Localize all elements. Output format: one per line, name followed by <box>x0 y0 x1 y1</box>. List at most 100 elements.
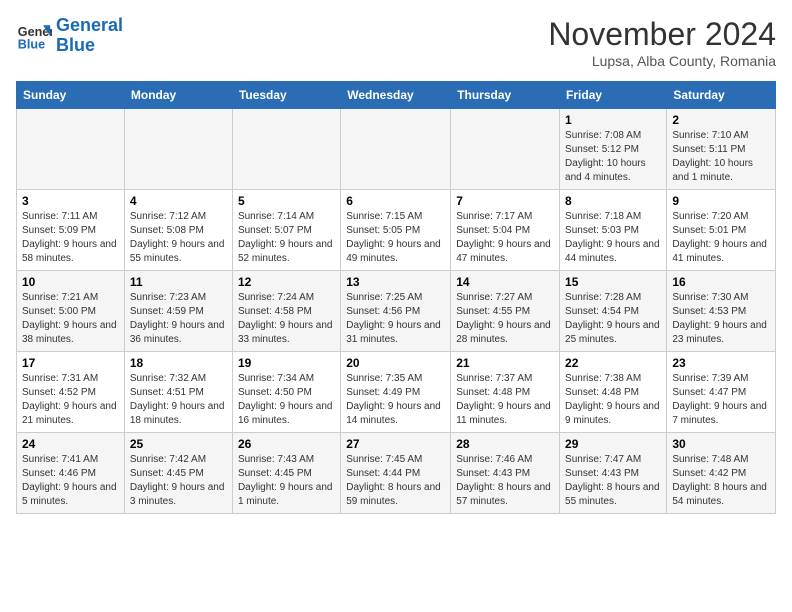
day-number: 7 <box>456 194 554 208</box>
day-info: Sunrise: 7:47 AM Sunset: 4:43 PM Dayligh… <box>565 453 661 509</box>
day-number: 30 <box>672 437 770 451</box>
day-info: Sunrise: 7:43 AM Sunset: 4:45 PM Dayligh… <box>238 453 335 509</box>
day-number: 20 <box>346 356 445 370</box>
day-cell: 30 Sunrise: 7:48 AM Sunset: 4:42 PM Dayli… <box>667 433 776 514</box>
day-number: 29 <box>565 437 661 451</box>
day-cell: 25Sunrise: 7:42 AM Sunset: 4:45 PM Dayli… <box>124 433 232 514</box>
day-cell: 26 Sunrise: 7:43 AM Sunset: 4:45 PM Dayli… <box>232 433 340 514</box>
day-number: 5 <box>238 194 335 208</box>
day-info: Sunrise: 7:23 AM Sunset: 4:59 PM Dayligh… <box>130 291 227 347</box>
day-number: 1 <box>565 113 661 127</box>
day-number: 18 <box>130 356 227 370</box>
day-number: 10 <box>22 275 119 289</box>
day-cell: 16 Sunrise: 7:30 AM Sunset: 4:53 PM Dayli… <box>667 271 776 352</box>
day-cell: 15 Sunrise: 7:28 AM Sunset: 4:54 PM Dayli… <box>560 271 667 352</box>
day-cell: 19 Sunrise: 7:34 AM Sunset: 4:50 PM Dayli… <box>232 352 340 433</box>
day-info: Sunrise: 7:18 AM Sunset: 5:03 PM Dayligh… <box>565 210 661 266</box>
day-cell: 1 Sunrise: 7:08 AM Sunset: 5:12 PM Daylig… <box>560 109 667 190</box>
day-number: 12 <box>238 275 335 289</box>
day-number: 4 <box>130 194 227 208</box>
day-info: Sunrise: 7:34 AM Sunset: 4:50 PM Dayligh… <box>238 372 335 428</box>
day-number: 8 <box>565 194 661 208</box>
day-cell: 11 Sunrise: 7:23 AM Sunset: 4:59 PM Dayli… <box>124 271 232 352</box>
day-info: Sunrise: 7:24 AM Sunset: 4:58 PM Dayligh… <box>238 291 335 347</box>
day-cell <box>232 109 340 190</box>
day-number: 22 <box>565 356 661 370</box>
day-info: Sunrise: 7:17 AM Sunset: 5:04 PM Dayligh… <box>456 210 554 266</box>
day-info: Sunrise: 7:14 AM Sunset: 5:07 PM Dayligh… <box>238 210 335 266</box>
day-cell: 21 Sunrise: 7:37 AM Sunset: 4:48 PM Dayli… <box>451 352 560 433</box>
day-header-monday: Monday <box>124 82 232 109</box>
day-cell: 3Sunrise: 7:11 AM Sunset: 5:09 PM Daylig… <box>17 190 125 271</box>
day-cell: 7 Sunrise: 7:17 AM Sunset: 5:04 PM Daylig… <box>451 190 560 271</box>
day-info: Sunrise: 7:46 AM Sunset: 4:43 PM Dayligh… <box>456 453 554 509</box>
day-info: Sunrise: 7:37 AM Sunset: 4:48 PM Dayligh… <box>456 372 554 428</box>
location: Lupsa, Alba County, Romania <box>548 53 776 69</box>
day-number: 6 <box>346 194 445 208</box>
day-cell: 18Sunrise: 7:32 AM Sunset: 4:51 PM Dayli… <box>124 352 232 433</box>
day-cell: 2 Sunrise: 7:10 AM Sunset: 5:11 PM Daylig… <box>667 109 776 190</box>
day-number: 28 <box>456 437 554 451</box>
day-cell: 6 Sunrise: 7:15 AM Sunset: 5:05 PM Daylig… <box>341 190 451 271</box>
day-cell: 13 Sunrise: 7:25 AM Sunset: 4:56 PM Dayli… <box>341 271 451 352</box>
day-header-thursday: Thursday <box>451 82 560 109</box>
calendar-table: SundayMondayTuesdayWednesdayThursdayFrid… <box>16 81 776 514</box>
day-cell <box>124 109 232 190</box>
day-info: Sunrise: 7:08 AM Sunset: 5:12 PM Dayligh… <box>565 129 661 185</box>
day-info: Sunrise: 7:28 AM Sunset: 4:54 PM Dayligh… <box>565 291 661 347</box>
day-number: 27 <box>346 437 445 451</box>
day-header-friday: Friday <box>560 82 667 109</box>
day-info: Sunrise: 7:10 AM Sunset: 5:11 PM Dayligh… <box>672 129 770 185</box>
day-cell: 10 Sunrise: 7:21 AM Sunset: 5:00 PM Dayli… <box>17 271 125 352</box>
day-number: 9 <box>672 194 770 208</box>
svg-text:Blue: Blue <box>18 37 45 51</box>
day-number: 15 <box>565 275 661 289</box>
day-info: Sunrise: 7:41 AM Sunset: 4:46 PM Dayligh… <box>22 453 119 509</box>
day-number: 24 <box>22 437 119 451</box>
day-cell: 5 Sunrise: 7:14 AM Sunset: 5:07 PM Daylig… <box>232 190 340 271</box>
day-number: 26 <box>238 437 335 451</box>
day-cell: 8 Sunrise: 7:18 AM Sunset: 5:03 PM Daylig… <box>560 190 667 271</box>
day-cell: 20Sunrise: 7:35 AM Sunset: 4:49 PM Dayli… <box>341 352 451 433</box>
day-number: 14 <box>456 275 554 289</box>
day-cell: 27 Sunrise: 7:45 AM Sunset: 4:44 PM Dayli… <box>341 433 451 514</box>
day-number: 11 <box>130 275 227 289</box>
day-info: Sunrise: 7:30 AM Sunset: 4:53 PM Dayligh… <box>672 291 770 347</box>
day-info: Sunrise: 7:31 AM Sunset: 4:52 PM Dayligh… <box>22 372 119 428</box>
day-info: Sunrise: 7:27 AM Sunset: 4:55 PM Dayligh… <box>456 291 554 347</box>
day-header-saturday: Saturday <box>667 82 776 109</box>
day-info: Sunrise: 7:48 AM Sunset: 4:42 PM Dayligh… <box>672 453 770 509</box>
day-number: 19 <box>238 356 335 370</box>
day-number: 13 <box>346 275 445 289</box>
day-info: Sunrise: 7:38 AM Sunset: 4:48 PM Dayligh… <box>565 372 661 428</box>
day-info: Sunrise: 7:39 AM Sunset: 4:47 PM Dayligh… <box>672 372 770 428</box>
day-number: 2 <box>672 113 770 127</box>
month-title: November 2024 <box>548 16 776 53</box>
logo: General Blue General Blue <box>16 16 123 56</box>
day-number: 17 <box>22 356 119 370</box>
day-info: Sunrise: 7:21 AM Sunset: 5:00 PM Dayligh… <box>22 291 119 347</box>
week-row-3: 17 Sunrise: 7:31 AM Sunset: 4:52 PM Dayli… <box>17 352 776 433</box>
day-number: 23 <box>672 356 770 370</box>
day-cell <box>17 109 125 190</box>
week-row-1: 3Sunrise: 7:11 AM Sunset: 5:09 PM Daylig… <box>17 190 776 271</box>
day-cell: 12 Sunrise: 7:24 AM Sunset: 4:58 PM Dayli… <box>232 271 340 352</box>
day-info: Sunrise: 7:25 AM Sunset: 4:56 PM Dayligh… <box>346 291 445 347</box>
calendar-body: 1 Sunrise: 7:08 AM Sunset: 5:12 PM Daylig… <box>17 109 776 514</box>
day-cell: 4 Sunrise: 7:12 AM Sunset: 5:08 PM Daylig… <box>124 190 232 271</box>
logo-icon: General Blue <box>16 18 52 54</box>
logo-text-blue: Blue <box>56 36 123 56</box>
page-header: General Blue General Blue November 2024 … <box>16 16 776 69</box>
day-header-sunday: Sunday <box>17 82 125 109</box>
day-number: 25 <box>130 437 227 451</box>
day-info: Sunrise: 7:15 AM Sunset: 5:05 PM Dayligh… <box>346 210 445 266</box>
day-header-tuesday: Tuesday <box>232 82 340 109</box>
week-row-4: 24 Sunrise: 7:41 AM Sunset: 4:46 PM Dayli… <box>17 433 776 514</box>
logo-text-general: General <box>56 16 123 36</box>
day-number: 21 <box>456 356 554 370</box>
day-cell: 28 Sunrise: 7:46 AM Sunset: 4:43 PM Dayli… <box>451 433 560 514</box>
day-number: 16 <box>672 275 770 289</box>
day-info: Sunrise: 7:12 AM Sunset: 5:08 PM Dayligh… <box>130 210 227 266</box>
day-info: Sunrise: 7:45 AM Sunset: 4:44 PM Dayligh… <box>346 453 445 509</box>
day-cell: 23 Sunrise: 7:39 AM Sunset: 4:47 PM Dayli… <box>667 352 776 433</box>
